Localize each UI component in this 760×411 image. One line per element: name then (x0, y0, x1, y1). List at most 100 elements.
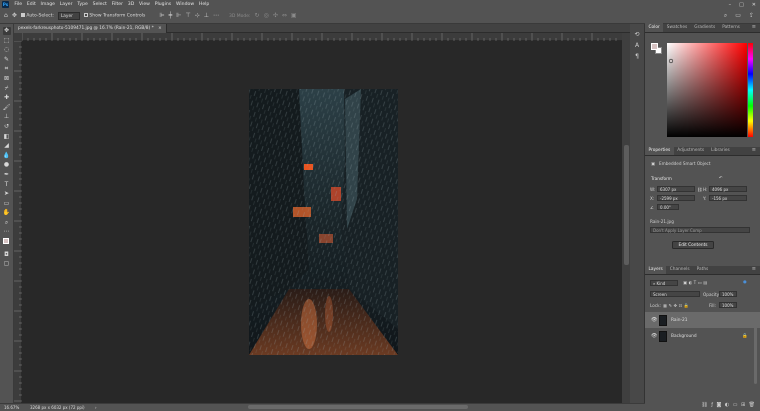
fill-field[interactable]: 100% (719, 302, 737, 308)
layer-filter-dropdown[interactable]: ⌕ Kind (650, 280, 678, 286)
ruler-origin[interactable] (14, 33, 22, 41)
color-swatches-icon[interactable] (2, 238, 12, 249)
link-layers-icon[interactable]: ⛓ (701, 402, 707, 411)
filter-toggle-icon[interactable]: ● (743, 279, 747, 284)
zoom-tool-icon[interactable]: ⌕ (3, 219, 11, 227)
menu-type[interactable]: Type (75, 2, 90, 7)
tab-paths[interactable]: Paths (693, 265, 712, 274)
menu-plugins[interactable]: Plugins (152, 2, 173, 7)
tab-layers[interactable]: Layers (645, 265, 667, 274)
3d-slide-icon[interactable]: ⇔ (282, 13, 287, 19)
menu-layer[interactable]: Layer (57, 2, 75, 7)
edit-contents-button[interactable]: Edit Contents (672, 241, 714, 249)
menu-filter[interactable]: Filter (109, 2, 125, 7)
tab-gradients[interactable]: Gradients (691, 23, 719, 32)
add-mask-icon[interactable]: ◙ (716, 402, 721, 411)
zoom-level[interactable]: 16.67% (4, 405, 19, 410)
layers-panel-menu-icon[interactable]: ≡ (752, 265, 760, 274)
tab-libraries[interactable]: Libraries (708, 146, 734, 155)
align-top-icon[interactable]: ⊤ (185, 13, 190, 19)
new-layer-icon[interactable]: ⊞ (741, 402, 745, 411)
paragraph-panel-icon[interactable]: ¶ (635, 54, 639, 60)
align-right-icon[interactable]: ⊩ (176, 13, 181, 19)
link-icon[interactable]: ⛓ (697, 187, 702, 193)
close-tab-icon[interactable]: × (158, 26, 162, 31)
menu-select[interactable]: Select (90, 2, 109, 7)
eraser-tool-icon[interactable]: ◧ (3, 133, 11, 141)
close-icon[interactable]: ✕ (752, 2, 756, 8)
opacity-field[interactable]: 100% (719, 291, 737, 297)
hue-slider[interactable] (748, 43, 753, 137)
character-panel-icon[interactable]: A (635, 43, 639, 49)
y-position-field[interactable]: -156 px (709, 195, 747, 201)
3d-scale-icon[interactable]: ▣ (291, 13, 297, 19)
history-panel-icon[interactable]: ⟲ (634, 32, 639, 38)
3d-rotate-icon[interactable]: ↻ (255, 13, 260, 19)
type-tool-icon[interactable]: T (3, 181, 11, 189)
color-panel-menu-icon[interactable]: ≡ (752, 23, 760, 32)
status-expand-icon[interactable]: › (95, 405, 97, 410)
workspace-icon[interactable]: ▭ (735, 13, 741, 19)
layer-filter-icons[interactable]: ▣◐T▭▤ (683, 280, 709, 285)
color-picker-field[interactable] (667, 43, 747, 137)
brush-tool-icon[interactable]: 🖌 (3, 104, 11, 112)
visibility-eye-icon[interactable]: 👁 (651, 333, 657, 339)
align-center-icon[interactable]: ╪ (169, 13, 173, 19)
share-icon[interactable]: ⇪ (749, 13, 754, 19)
move-tool-icon[interactable]: ✥ (2, 27, 11, 35)
canvas-image[interactable] (249, 89, 398, 355)
maximize-icon[interactable]: □ (739, 2, 744, 8)
adjustment-layer-icon[interactable]: ◐ (725, 402, 729, 411)
history-brush-tool-icon[interactable]: ↺ (3, 123, 11, 131)
lasso-tool-icon[interactable]: ◌ (3, 46, 11, 54)
horizontal-ruler[interactable] (22, 33, 622, 41)
edit-toolbar-icon[interactable]: ⋯ (3, 228, 11, 236)
show-transform-checkbox[interactable]: Show Transform Controls (83, 13, 145, 19)
align-middle-icon[interactable]: ⊹ (195, 13, 200, 19)
search-icon[interactable]: ⌕ (724, 13, 727, 19)
minimize-icon[interactable]: – (729, 2, 732, 8)
vertical-scroll-thumb[interactable] (623, 145, 629, 265)
auto-select-target-dropdown[interactable]: Layer (57, 12, 80, 20)
tab-patterns[interactable]: Patterns (719, 23, 744, 32)
rectangle-tool-icon[interactable]: ▭ (3, 200, 11, 208)
layer-row-background[interactable]: 👁 Background 🔒 (645, 328, 760, 344)
more-options-icon[interactable]: ⋯ (213, 13, 219, 19)
layers-scroll-thumb[interactable] (754, 324, 757, 384)
3d-roll-icon[interactable]: ◎ (264, 13, 269, 19)
tab-channels[interactable]: Channels (666, 265, 693, 274)
paint-bucket-tool-icon[interactable]: ◢ (3, 142, 11, 150)
x-position-field[interactable]: -2599 px (657, 195, 695, 201)
new-group-icon[interactable]: ▭ (733, 402, 738, 411)
height-field[interactable]: 4096 px (709, 186, 747, 192)
clone-stamp-tool-icon[interactable]: ⊥ (3, 113, 11, 121)
visibility-eye-icon[interactable]: 👁 (651, 317, 657, 323)
tab-properties[interactable]: Properties (645, 146, 674, 155)
properties-panel-menu-icon[interactable]: ≡ (752, 146, 760, 155)
move-tool-preset-icon[interactable]: ✥ (12, 13, 17, 19)
tab-swatches[interactable]: Swatches (663, 23, 691, 32)
menu-3d[interactable]: 3D (125, 2, 136, 7)
pen-tool-icon[interactable]: ✒ (3, 171, 11, 179)
crop-tool-icon[interactable]: ⌗ (3, 65, 11, 73)
quick-select-tool-icon[interactable]: ✎ (3, 56, 11, 64)
quick-mask-icon[interactable]: ◘ (3, 251, 11, 259)
frame-tool-icon[interactable]: ⊠ (3, 75, 11, 83)
align-bottom-icon[interactable]: ⊥ (204, 13, 209, 19)
hand-tool-icon[interactable]: ✋ (3, 209, 11, 217)
layer-comp-dropdown[interactable]: Don't Apply Layer Comp (650, 227, 750, 233)
lock-options-icons[interactable]: ▦✎✥⊡🔒 (663, 303, 690, 309)
foreground-color-swatch[interactable] (651, 43, 658, 50)
delete-layer-icon[interactable]: 🗑 (749, 402, 755, 411)
align-left-icon[interactable]: ⊫ (159, 13, 164, 19)
layer-row-rain-21[interactable]: 👁 Rain-21 (645, 312, 760, 328)
screen-mode-icon[interactable]: ▢ (3, 260, 11, 268)
menu-image[interactable]: Image (38, 2, 57, 7)
home-icon[interactable]: ⌂ (4, 13, 8, 19)
auto-select-checkbox[interactable]: Auto-Select: (20, 13, 54, 19)
blur-tool-icon[interactable]: 💧 (3, 152, 11, 160)
menu-help[interactable]: Help (196, 2, 211, 7)
width-field[interactable]: 6307 px (657, 186, 695, 192)
blend-mode-dropdown[interactable]: Screen (650, 291, 700, 297)
vertical-ruler[interactable] (14, 41, 22, 403)
